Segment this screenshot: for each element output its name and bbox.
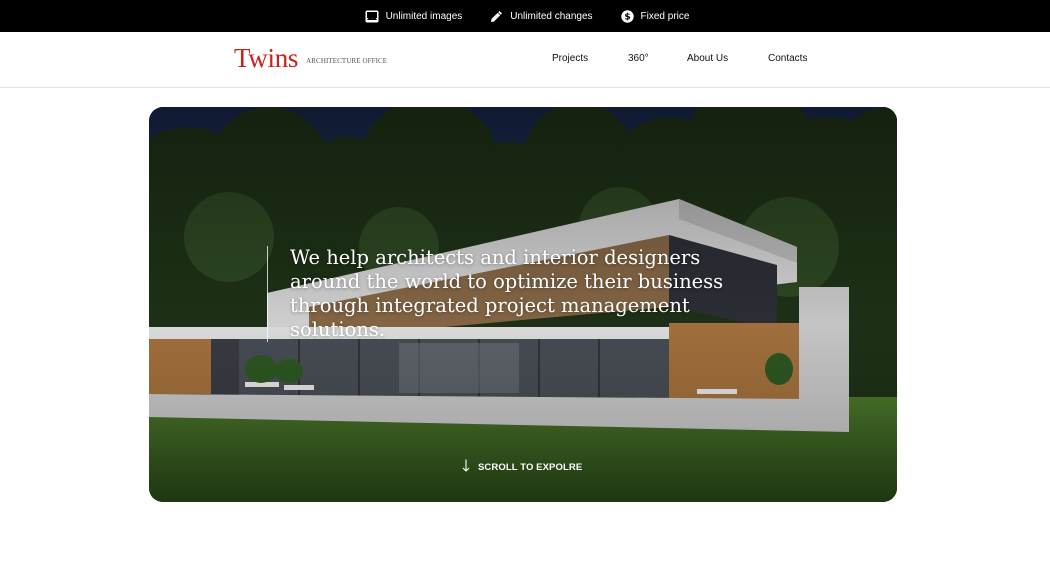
hero-banner: We help architects and interior designer… — [149, 107, 897, 502]
topbar-item-fixed-price: $ Fixed price — [617, 9, 690, 23]
nav-link-contacts[interactable]: Contacts — [768, 53, 807, 64]
pencil-icon — [490, 10, 503, 23]
logo-wordmark: Twins — [234, 43, 299, 73]
hero-headline-block: We help architects and interior designer… — [267, 246, 747, 342]
logo-subtitle: ARCHITECTURE OFFICE — [306, 57, 388, 65]
image-icon — [365, 10, 379, 23]
nav-link-360[interactable]: 360° — [628, 53, 649, 64]
hero-headline: We help architects and interior designer… — [290, 246, 724, 341]
topbar-label: Unlimited changes — [510, 10, 593, 22]
scroll-to-explore-button[interactable]: SCROLL TO EXPOLRE — [462, 459, 582, 475]
nav-link-about-us[interactable]: About Us — [687, 53, 728, 64]
topbar-label: Fixed price — [640, 10, 690, 22]
svg-text:$: $ — [624, 12, 630, 22]
dollar-icon: $ — [620, 9, 634, 23]
logo[interactable]: Twins ARCHITECTURE OFFICE — [234, 43, 387, 73]
site-header: Twins ARCHITECTURE OFFICE Projects 360° … — [0, 32, 1050, 88]
topbar-item-unlimited-images: Unlimited images — [361, 10, 463, 23]
top-announcement-bar: Unlimited images Unlimited changes $ Fix… — [0, 0, 1050, 32]
topbar-item-unlimited-changes: Unlimited changes — [486, 10, 593, 23]
arrow-down-icon — [462, 459, 470, 475]
topbar-label: Unlimited images — [385, 10, 463, 22]
nav-link-projects[interactable]: Projects — [552, 53, 588, 64]
scroll-cta-label: SCROLL TO EXPOLRE — [478, 461, 583, 473]
